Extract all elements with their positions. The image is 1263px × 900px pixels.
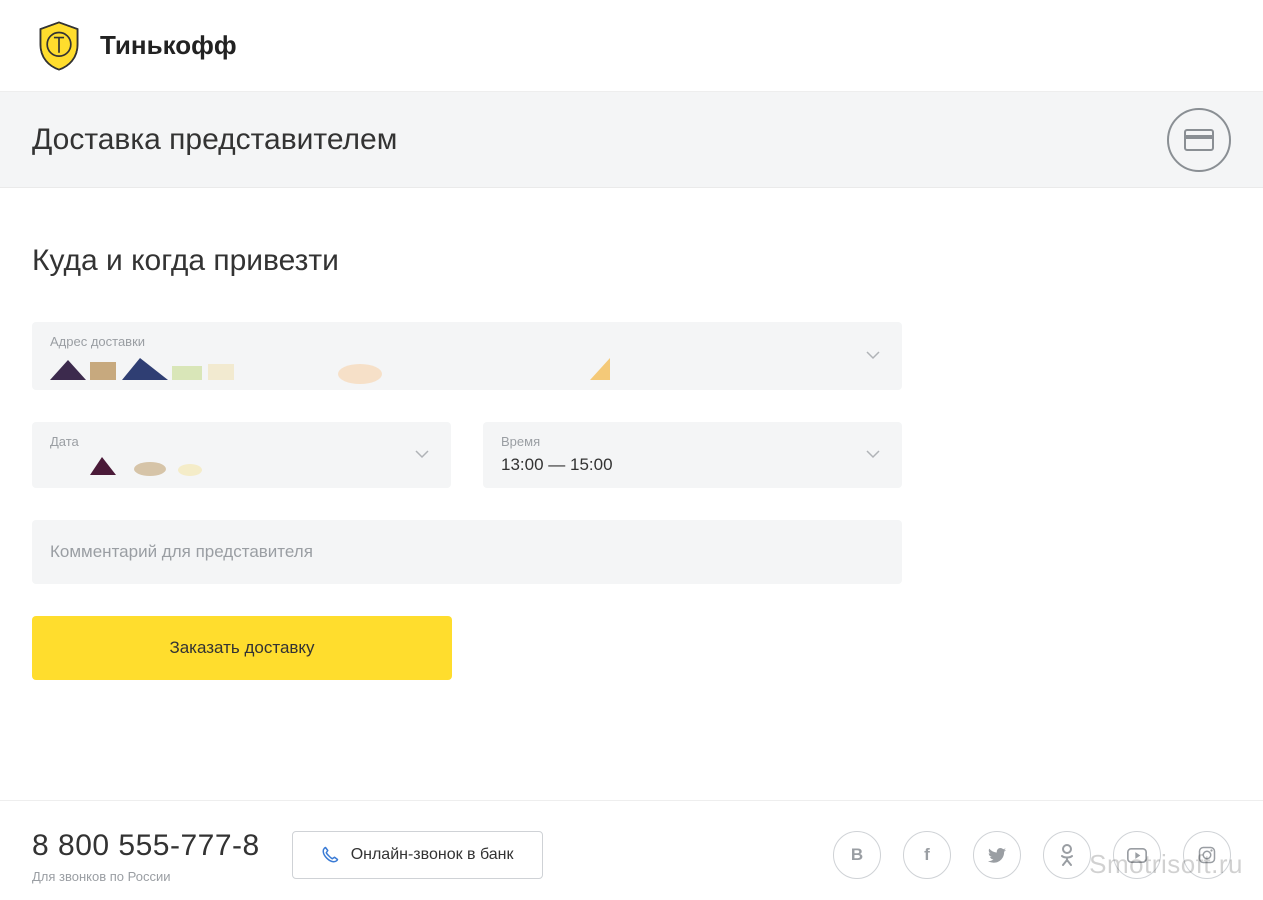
brand-name: Тинькофф [100,30,237,61]
time-value: 13:00 — 15:00 [501,455,613,474]
chevron-down-icon [866,446,880,464]
online-call-button[interactable]: Онлайн-звонок в банк [292,831,543,879]
phone-note: Для звонков по России [32,869,260,884]
social-ok[interactable] [1043,831,1091,879]
brand-logo[interactable]: Тинькофф [32,19,237,73]
ok-icon [1060,844,1074,866]
twitter-icon [988,848,1006,863]
tinkoff-shield-icon [32,19,86,73]
delivery-form: Адрес доставки [32,322,902,680]
top-bar: Тинькофф [0,0,1263,92]
youtube-icon [1127,848,1147,863]
submit-button[interactable]: Заказать доставку [32,616,452,680]
instagram-icon [1198,846,1216,864]
time-select[interactable]: Время 13:00 — 15:00 [483,422,902,488]
social-vk[interactable]: В [833,831,881,879]
date-value-redacted [50,455,433,477]
footer: 8 800 555-777-8 Для звонков по России Он… [0,801,1263,892]
credit-card-icon [1184,129,1214,151]
phone-icon [321,846,339,864]
card-icon-button[interactable] [1167,108,1231,172]
date-select[interactable]: Дата [32,422,451,488]
time-label: Время [501,434,884,449]
date-label: Дата [50,434,433,449]
title-strip: Доставка представителем [0,92,1263,188]
online-call-label: Онлайн-звонок в банк [351,846,514,864]
comment-placeholder: Комментарий для представителя [50,542,313,561]
page-title: Доставка представителем [32,123,397,157]
chevron-down-icon [866,347,880,365]
social-links: В f [833,831,1231,879]
section-heading: Куда и когда привезти [32,244,1231,278]
address-value-redacted [50,356,610,384]
address-label: Адрес доставки [50,334,884,349]
social-facebook[interactable]: f [903,831,951,879]
comment-input[interactable]: Комментарий для представителя [32,520,902,584]
social-twitter[interactable] [973,831,1021,879]
social-youtube[interactable] [1113,831,1161,879]
phone-number[interactable]: 8 800 555-777-8 [32,829,260,863]
social-instagram[interactable] [1183,831,1231,879]
address-select[interactable]: Адрес доставки [32,322,902,390]
chevron-down-icon [415,446,429,464]
